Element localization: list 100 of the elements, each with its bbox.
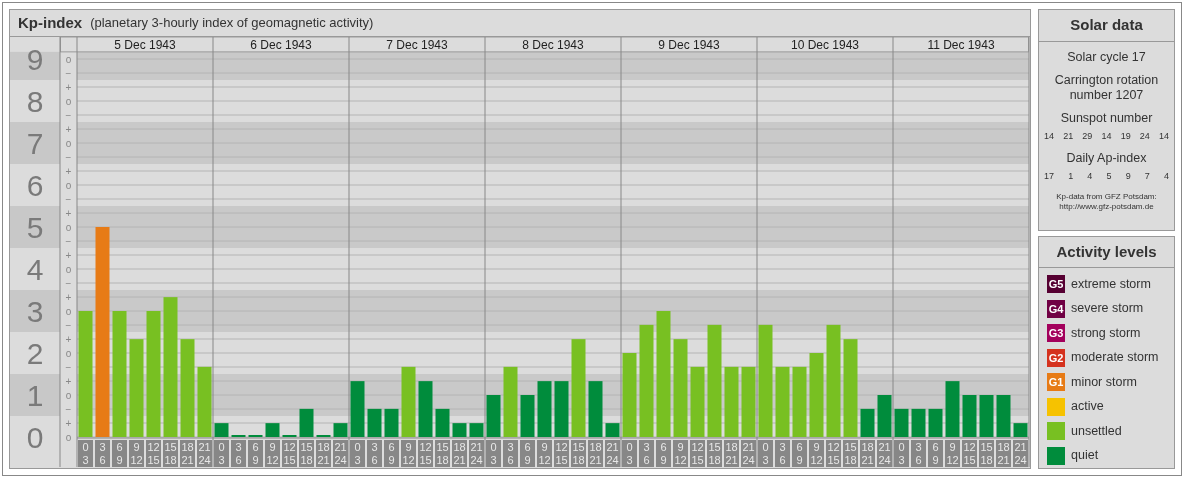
x-tick-label: 6 9 bbox=[932, 441, 939, 466]
level-badge: G3 bbox=[1047, 324, 1065, 343]
sublevel-label: − bbox=[65, 319, 72, 331]
hour-range-cell: 6 9 bbox=[384, 440, 399, 467]
y-tick-label: 3 bbox=[26, 295, 44, 328]
x-tick-label: 0 3 bbox=[898, 441, 905, 466]
hour-range-cell: 21 24 bbox=[1013, 440, 1028, 467]
axis-band bbox=[10, 206, 60, 248]
x-tick-label: 0 3 bbox=[354, 441, 361, 466]
hour-range-cell: 15 18 bbox=[299, 440, 314, 467]
level-label: strong storm bbox=[1071, 324, 1141, 342]
kp-bar bbox=[265, 423, 280, 437]
source-url: http://www.gfz-potsdam.de bbox=[1058, 201, 1155, 212]
sublevel-label: + bbox=[65, 291, 72, 303]
sublevel-label: + bbox=[65, 207, 72, 219]
hour-range-cell: 18 21 bbox=[860, 440, 875, 467]
hour-range-cell: 9 12 bbox=[265, 440, 280, 467]
kp-bar bbox=[520, 395, 535, 437]
x-tick-label: 6 9 bbox=[252, 441, 259, 466]
sublevel-label: o bbox=[65, 347, 72, 359]
y-tick-label: 0 bbox=[26, 421, 44, 454]
axis-band bbox=[10, 374, 60, 416]
hour-range-cell: 3 6 bbox=[639, 440, 654, 467]
hour-range-cell: 18 21 bbox=[996, 440, 1011, 467]
x-tick-label: 6 9 bbox=[660, 441, 667, 466]
hour-range-cell: 3 6 bbox=[911, 440, 926, 467]
kp-bar bbox=[605, 423, 620, 437]
sublevel-label: o bbox=[65, 389, 72, 401]
level-label: moderate storm bbox=[1071, 349, 1159, 367]
hour-range-cell: 12 15 bbox=[826, 440, 841, 467]
hour-range-cell: 9 12 bbox=[129, 440, 144, 467]
sublevel-label: − bbox=[65, 193, 72, 205]
level-label: severe storm bbox=[1071, 300, 1144, 318]
sublevel-label: o bbox=[65, 305, 72, 317]
hour-range-cell: 9 12 bbox=[401, 440, 416, 467]
hour-range-cell: 21 24 bbox=[741, 440, 756, 467]
sublevel-label: o bbox=[65, 221, 72, 233]
x-tick-label: 3 6 bbox=[915, 441, 922, 466]
hour-range-cell: 3 6 bbox=[367, 440, 382, 467]
day-label: 9 Dec 1943 bbox=[658, 38, 720, 52]
sublevel-label: + bbox=[65, 333, 72, 345]
hour-range-cell: 18 21 bbox=[724, 440, 739, 467]
axis-band bbox=[10, 122, 60, 164]
x-tick-label: 0 3 bbox=[490, 441, 497, 466]
sunspot-label: Sunspot number bbox=[1059, 110, 1154, 126]
x-tick-label: 0 3 bbox=[762, 441, 769, 466]
sunspot-value: 24 bbox=[1139, 129, 1150, 143]
hour-range-cell: 0 3 bbox=[622, 440, 637, 467]
hour-range-cell: 0 3 bbox=[486, 440, 501, 467]
ap-value: 4 bbox=[1087, 170, 1093, 183]
ap-value: 7 bbox=[1144, 170, 1150, 183]
y-tick-label: 9 bbox=[26, 43, 44, 76]
y-tick-label: 2 bbox=[26, 337, 44, 370]
level-badge: G4 bbox=[1047, 299, 1065, 318]
hour-range-cell: 15 18 bbox=[979, 440, 994, 467]
hour-range-cell: 6 9 bbox=[928, 440, 943, 467]
hour-range-cell: 15 18 bbox=[707, 440, 722, 467]
sublevel-label: o bbox=[65, 179, 72, 191]
sublevel-label: − bbox=[65, 151, 72, 163]
level-label: quiet bbox=[1071, 447, 1099, 465]
hour-range-cell: 0 3 bbox=[78, 440, 93, 467]
x-tick-label: 3 6 bbox=[643, 441, 650, 466]
kp-bar bbox=[469, 423, 484, 437]
sublevel-label: o bbox=[65, 95, 72, 107]
sublevel-label: − bbox=[65, 277, 72, 289]
level-label: active bbox=[1071, 398, 1104, 416]
kp-bar bbox=[554, 381, 569, 437]
y-tick-label: 5 bbox=[26, 211, 44, 244]
kp-bar bbox=[452, 423, 467, 437]
y-tick-label: 4 bbox=[26, 253, 44, 286]
hour-range-cell: 12 15 bbox=[962, 440, 977, 467]
hour-range-cell: 18 21 bbox=[316, 440, 331, 467]
ap-value: 17 bbox=[1044, 170, 1054, 183]
kp-bar bbox=[350, 381, 365, 437]
hour-range-cell: 3 6 bbox=[95, 440, 110, 467]
x-tick-label: 3 6 bbox=[235, 441, 242, 466]
hour-range-cell: 12 15 bbox=[690, 440, 705, 467]
hour-range-cell: 12 15 bbox=[418, 440, 433, 467]
sublevel-label: + bbox=[65, 417, 72, 429]
hour-range-cell: 9 12 bbox=[945, 440, 960, 467]
kp-bar bbox=[214, 423, 229, 437]
sublevel-label: + bbox=[65, 249, 72, 261]
kp-bar bbox=[962, 395, 977, 437]
hour-range-cell: 15 18 bbox=[435, 440, 450, 467]
panel-title: Activity levels bbox=[1039, 236, 1174, 268]
hour-range-cell: 6 9 bbox=[656, 440, 671, 467]
sublevel-label: + bbox=[65, 375, 72, 387]
hour-range-cell: 3 6 bbox=[231, 440, 246, 467]
sublevel-label: o bbox=[65, 431, 72, 443]
level-badge: G5 bbox=[1047, 275, 1065, 294]
day-label: 8 Dec 1943 bbox=[522, 38, 584, 52]
day-label: 10 Dec 1943 bbox=[790, 38, 860, 52]
level-label: minor storm bbox=[1071, 373, 1137, 391]
day-label: 5 Dec 1943 bbox=[114, 38, 176, 52]
axis-band bbox=[10, 290, 60, 332]
kp-bar bbox=[333, 423, 348, 437]
hour-range-cell: 15 18 bbox=[843, 440, 858, 467]
sunspot-value: 29 bbox=[1082, 129, 1093, 143]
hour-range-cell: 15 18 bbox=[163, 440, 178, 467]
source-note: Kp-data from GFZ Potsdam: bbox=[1055, 191, 1158, 202]
